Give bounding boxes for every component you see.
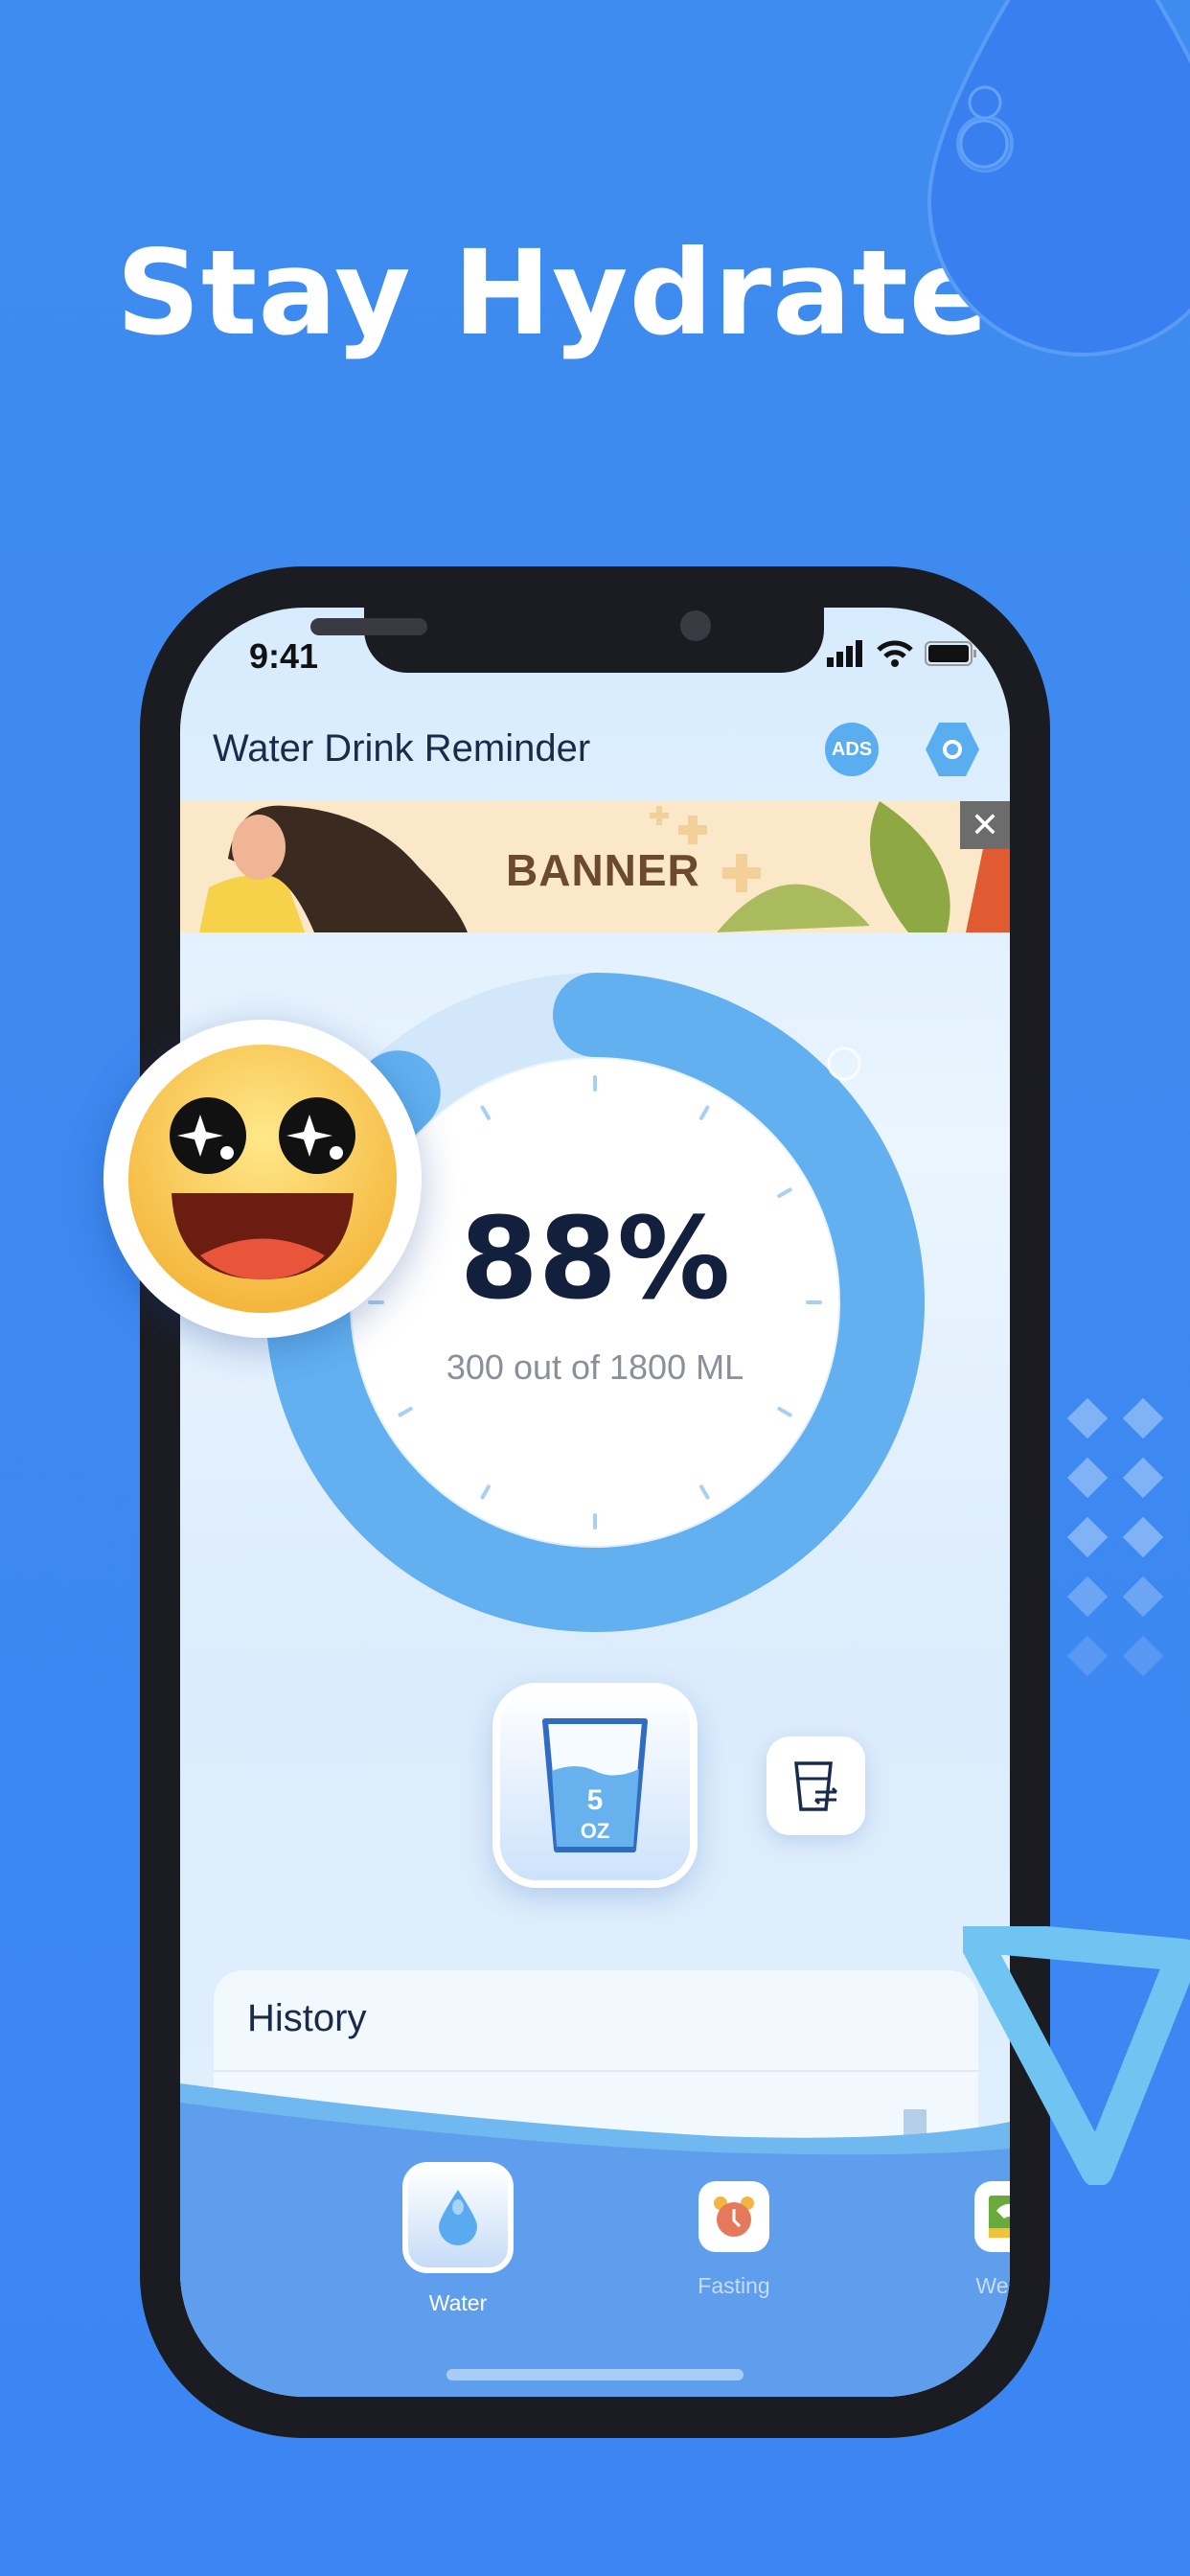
- happy-emoji-icon: [103, 1020, 422, 1338]
- battery-icon: [925, 641, 976, 666]
- water-drop-icon: [402, 2162, 514, 2273]
- tab-fasting[interactable]: Fasting: [638, 2181, 830, 2299]
- gear-icon: [943, 740, 962, 759]
- tab-label: Weight: [975, 2273, 1010, 2298]
- status-time: 9:41: [249, 636, 319, 676]
- drink-cup-button[interactable]: 5 OZ: [492, 1683, 698, 1888]
- camera: [680, 610, 711, 641]
- home-indicator: [446, 2369, 744, 2380]
- switch-cup-button[interactable]: [767, 1736, 865, 1835]
- alarm-clock-icon: [698, 2181, 769, 2252]
- remove-ads-button[interactable]: ADS: [825, 723, 879, 776]
- settings-button[interactable]: [926, 723, 979, 776]
- triangle-decoration: [963, 1926, 1190, 2185]
- cup-size-unit: OZ: [581, 1819, 610, 1843]
- weight-scale-icon: [974, 2181, 1010, 2252]
- banner-text: BANNER: [506, 845, 700, 895]
- divider: [214, 2070, 978, 2072]
- close-icon[interactable]: ✕: [960, 801, 1010, 849]
- water-glass-icon: 5 OZ: [542, 1718, 648, 1852]
- progress-amount: 300 out of 1800 ML: [446, 1347, 744, 1387]
- history-title: History: [247, 1997, 367, 2039]
- tab-water[interactable]: Water: [362, 2162, 554, 2316]
- water-drop-decoration-icon: [927, 0, 1190, 356]
- ad-banner[interactable]: BANNER ✕: [180, 801, 1010, 932]
- notch: [364, 608, 824, 673]
- phone-frame: 9:41 Water Drink Reminder ADS BANNER ✕ 8…: [140, 566, 1050, 2438]
- status-icons: [827, 640, 978, 667]
- speaker: [310, 618, 427, 635]
- bottom-wave: [180, 2083, 1010, 2397]
- cup-size-value: 5: [587, 1784, 604, 1816]
- app-title: Water Drink Reminder: [213, 727, 591, 770]
- signal-icon: [827, 640, 862, 667]
- tab-weight[interactable]: Weight: [914, 2181, 1010, 2299]
- tab-label: Fasting: [698, 2273, 770, 2298]
- ads-icon: ADS: [831, 738, 873, 760]
- wifi-icon: [877, 640, 913, 667]
- tab-label: Water: [428, 2290, 488, 2315]
- cup-swap-icon: [793, 1760, 837, 1811]
- app-screen: 9:41 Water Drink Reminder ADS BANNER ✕ 8…: [180, 608, 1010, 2397]
